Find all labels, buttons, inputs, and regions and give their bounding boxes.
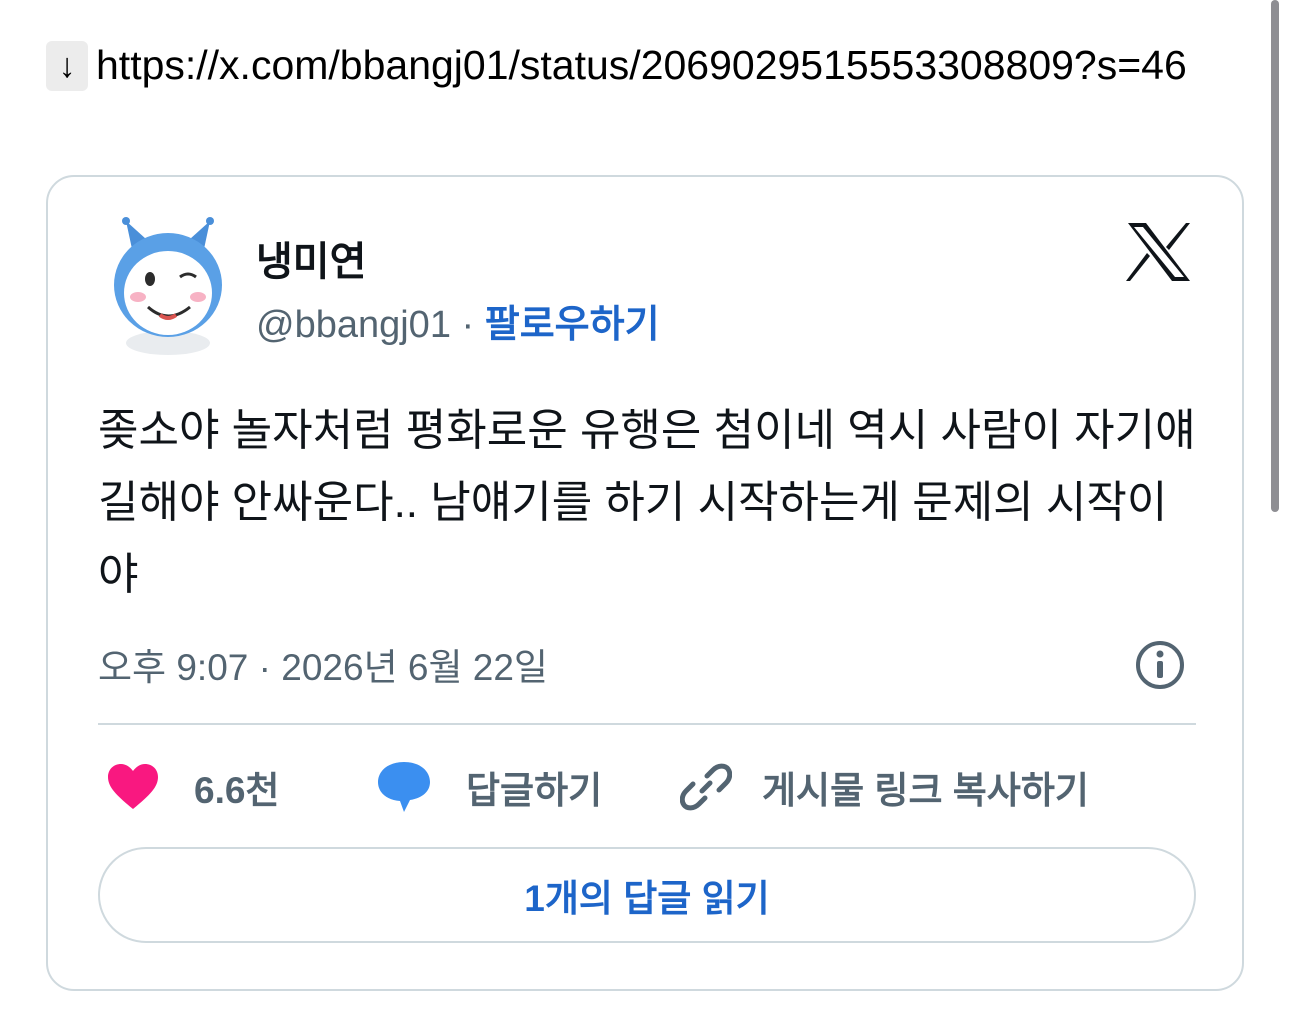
follow-button[interactable]: 팔로우하기	[485, 304, 660, 346]
separator-dot: ·	[461, 304, 475, 346]
down-arrow-icon: ↓	[46, 41, 88, 91]
copy-link-button[interactable]: 게시물 링크 복사하기	[680, 757, 1089, 817]
copy-link-label: 게시물 링크 복사하기	[762, 770, 1089, 811]
x-logo-icon[interactable]	[1126, 221, 1192, 283]
author-name[interactable]: 냉미연	[256, 229, 366, 287]
reply-button[interactable]: 답글하기	[376, 757, 602, 817]
link-icon	[680, 763, 732, 811]
like-count: 6.6천	[194, 770, 280, 811]
tweet-text: 좆소야 놀자처럼 평화로운 유행은 첨이네 역시 사람이 자기얘길해야 안싸운다…	[98, 406, 1196, 599]
author-handle[interactable]: @bbangj01	[256, 304, 451, 346]
tweet-link[interactable]: ↓ https://x.com/bbangj01/status/206902951…	[46, 28, 1246, 102]
heart-icon	[108, 764, 158, 809]
reply-bubble-icon	[378, 762, 430, 812]
character-avatar-icon[interactable]	[108, 215, 228, 355]
author-handle-row: @bbangj01 · 팔로우하기	[256, 293, 660, 348]
read-replies-button[interactable]: 1개의 답글 읽기	[98, 847, 1196, 943]
page-scrollbar[interactable]	[1271, 0, 1279, 512]
tweet-url[interactable]: https://x.com/bbangj01/status/2069029515…	[96, 42, 1187, 88]
info-icon[interactable]	[1134, 639, 1186, 691]
reply-label: 답글하기	[466, 770, 603, 811]
divider	[98, 723, 1196, 725]
like-button[interactable]: 6.6천	[106, 757, 279, 817]
embedded-tweet-card: 냉미연 @bbangj01 · 팔로우하기 좆소야 놀자처럼 평화로운 유행은 …	[46, 175, 1244, 991]
tweet-timestamp[interactable]: 오후 9:07 · 2026년 6월 22일	[98, 637, 548, 691]
